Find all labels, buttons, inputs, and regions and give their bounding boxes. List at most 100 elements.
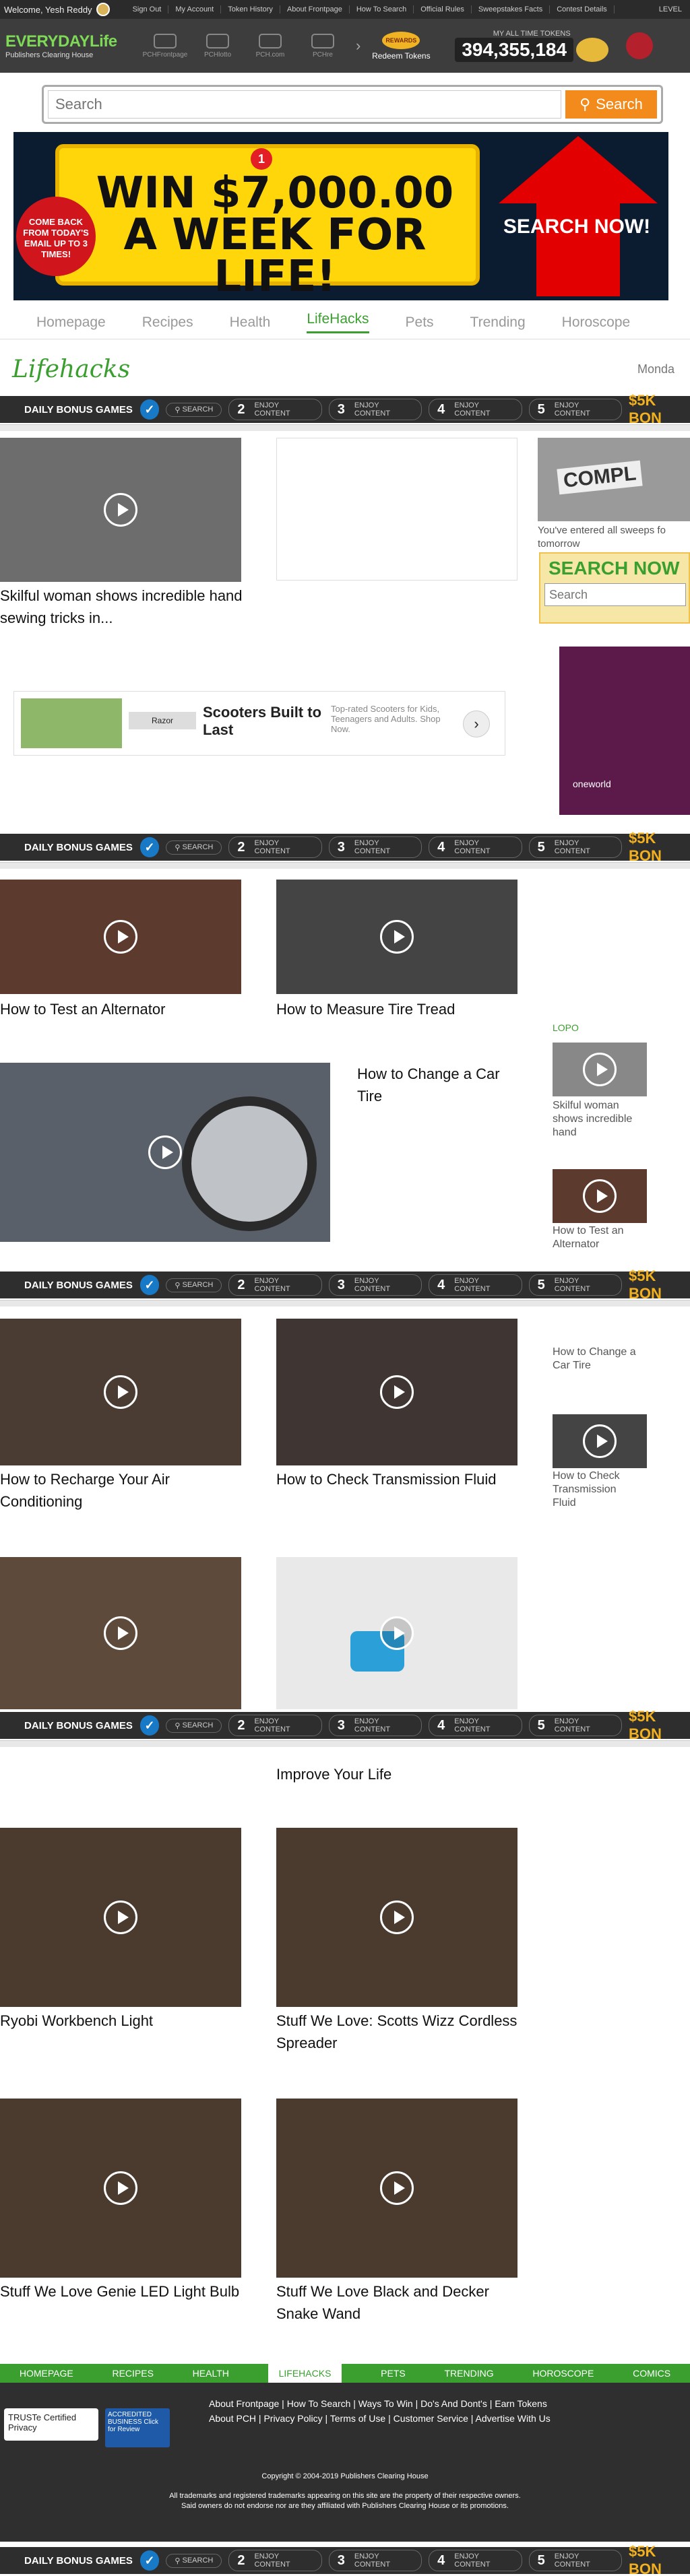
sidebar-item-title[interactable]: How to Change a Car Tire [553,1346,640,1373]
video-thumbnail[interactable] [0,1319,241,1465]
article-title[interactable]: How to Test an Alternator [0,998,243,1020]
search-input[interactable] [48,90,561,119]
video-thumbnail[interactable] [0,880,241,994]
redeem-tokens-button[interactable]: REWARDS Redeem Tokens [367,31,435,61]
bonus-step-5[interactable]: 5 ENJOY CONTENT [528,399,623,420]
bonus-step-5[interactable]: 5 ENJOY CONTENT [528,1715,623,1736]
sidebar-item-title[interactable]: Skilful woman shows incredible hand [553,1099,640,1140]
footer-links-row-2[interactable]: About PCH | Privacy Policy | Terms of Us… [209,2411,551,2426]
sidebar-thumbnail[interactable] [553,1043,647,1096]
horizontal-scrollbar[interactable] [0,1300,690,1307]
footer-links-row-1[interactable]: About Frontpage | How To Search | Ways T… [209,2396,551,2411]
bonus-step-3[interactable]: 3 ENJOY CONTENT [328,1274,422,1296]
footer-nav-comics[interactable]: COMICS [633,2368,670,2379]
nav-pch-lotto[interactable]: PCHlotto [191,33,244,59]
bonus-step-4[interactable]: 4 ENJOY CONTENT [429,1274,522,1296]
horizontal-scrollbar[interactable] [0,1740,690,1747]
tab-horoscope[interactable]: Horoscope [562,315,631,331]
my-account-link[interactable]: My Account [168,5,222,13]
footer-nav-recipes[interactable]: RECIPES [112,2368,153,2379]
bonus-step-5[interactable]: 5 ENJOY CONTENT [528,1274,623,1296]
how-to-search-link[interactable]: How To Search [350,5,414,13]
chevron-right-icon[interactable]: › [463,711,490,737]
scooter-ad[interactable]: Razor Scooters Built to Last Top-rated S… [13,691,505,756]
bonus-step-search[interactable]: ⚲ SEARCH [166,1278,222,1292]
prize-burst-icon[interactable] [626,32,654,59]
site-logo[interactable]: EVERYDAYLife Publishers Clearing House [5,32,127,59]
video-thumbnail[interactable] [0,1063,330,1242]
tab-homepage[interactable]: Homepage [36,315,106,331]
footer-nav-horoscope[interactable]: HOROSCOPE [532,2368,594,2379]
sweeps-search-input[interactable] [544,583,686,606]
article-title[interactable]: Ryobi Workbench Light [0,2010,243,2032]
footer-nav-homepage[interactable]: HOMEPAGE [20,2368,73,2379]
sidebar-item-title[interactable]: How to Check Transmission Fluid [553,1469,640,1510]
bonus-step-2[interactable]: 2 ENJOY CONTENT [228,399,322,420]
video-thumbnail[interactable] [276,880,518,994]
bonus-step-4[interactable]: 4 ENJOY CONTENT [429,1715,522,1736]
article-title[interactable]: Stuff We Love Black and Decker Snake Wan… [276,2280,519,2325]
bonus-step-search[interactable]: ⚲ SEARCH [166,2553,222,2568]
nav-pch-com[interactable]: PCH.com [244,33,296,59]
chevron-right-icon[interactable]: › [356,37,360,55]
article-title[interactable]: Stuff We Love Genie LED Light Bulb [0,2280,243,2303]
article-title[interactable]: How to Recharge Your Air Conditioning [0,1468,243,1513]
horizontal-scrollbar[interactable] [0,424,690,431]
sidebar-item-title[interactable]: How to Test an Alternator [553,1224,640,1251]
tab-lifehacks[interactable]: LifeHacks [307,311,369,333]
about-frontpage-link[interactable]: About Frontpage [280,5,350,13]
contest-details-link[interactable]: Contest Details [550,5,615,13]
side-ad[interactable]: oneworld [559,647,690,815]
search-now-cta[interactable]: SEARCH NOW! [489,216,664,238]
sidebar-thumbnail[interactable] [553,1414,647,1468]
nav-pch-frontpage[interactable]: PCHFrontpage [139,33,191,59]
official-rules-link[interactable]: Official Rules [414,5,472,13]
video-thumbnail[interactable] [276,1319,518,1465]
article-title[interactable]: Improve Your Life [276,1763,519,1785]
tab-pets[interactable]: Pets [406,315,434,331]
footer-nav-pets[interactable]: PETS [381,2368,406,2379]
bonus-step-2[interactable]: 2 ENJOY CONTENT [228,2550,322,2571]
video-thumbnail[interactable] [276,1557,518,1709]
video-thumbnail[interactable] [276,1828,518,2007]
sign-out-link[interactable]: Sign Out [126,5,169,13]
promo-banner[interactable]: 1 WIN $7,000.00 A WEEK FOR LIFE! COME BA… [13,132,668,300]
bonus-step-2[interactable]: 2 ENJOY CONTENT [228,1715,322,1736]
bonus-step-4[interactable]: 4 ENJOY CONTENT [429,836,522,858]
truste-badge[interactable]: TRUSTe Certified Privacy [4,2408,98,2441]
bonus-step-2[interactable]: 2 ENJOY CONTENT [228,1274,322,1296]
bbb-badge[interactable]: ACCREDITED BUSINESS Click for Review [105,2408,170,2447]
bonus-step-5[interactable]: 5 ENJOY CONTENT [528,2550,623,2571]
bonus-step-3[interactable]: 3 ENJOY CONTENT [328,1715,422,1736]
bonus-step-search[interactable]: ⚲ SEARCH [166,840,222,855]
sidebar-thumbnail[interactable] [553,1169,647,1223]
video-thumbnail[interactable] [0,438,241,582]
bonus-step-3[interactable]: 3 ENJOY CONTENT [328,2550,422,2571]
footer-nav-trending[interactable]: TRENDING [444,2368,493,2379]
footer-nav-health[interactable]: HEALTH [193,2368,229,2379]
search-button[interactable]: ⚲ Search [565,90,657,119]
tab-trending[interactable]: Trending [470,315,526,331]
article-title[interactable]: How to Check Transmission Fluid [276,1468,519,1490]
sweepstakes-facts-link[interactable]: Sweepstakes Facts [472,5,551,13]
token-history-link[interactable]: Token History [221,5,280,13]
tab-health[interactable]: Health [230,315,271,331]
video-thumbnail[interactable] [0,1557,241,1709]
footer-nav-lifehacks[interactable]: LIFEHACKS [268,2364,342,2383]
nav-pch-re[interactable]: PCHre [296,33,349,59]
bonus-step-3[interactable]: 3 ENJOY CONTENT [328,836,422,858]
bonus-step-3[interactable]: 3 ENJOY CONTENT [328,399,422,420]
tab-recipes[interactable]: Recipes [142,315,193,331]
video-thumbnail[interactable] [0,2099,241,2278]
horizontal-scrollbar[interactable] [0,862,690,869]
bonus-step-search[interactable]: ⚲ SEARCH [166,402,222,417]
article-title[interactable]: How to Measure Tire Tread [276,998,519,1020]
article-title[interactable]: Skilful woman shows incredible hand sewi… [0,585,243,629]
article-title[interactable]: How to Change a Car Tire [357,1063,505,1107]
bonus-step-2[interactable]: 2 ENJOY CONTENT [228,836,322,858]
bonus-step-4[interactable]: 4 ENJOY CONTENT [429,2550,522,2571]
video-thumbnail[interactable] [0,1828,241,2007]
article-title[interactable]: Stuff We Love: Scotts Wizz Cordless Spre… [276,2010,519,2054]
bonus-step-search[interactable]: ⚲ SEARCH [166,1718,222,1733]
bonus-step-4[interactable]: 4 ENJOY CONTENT [429,399,522,420]
